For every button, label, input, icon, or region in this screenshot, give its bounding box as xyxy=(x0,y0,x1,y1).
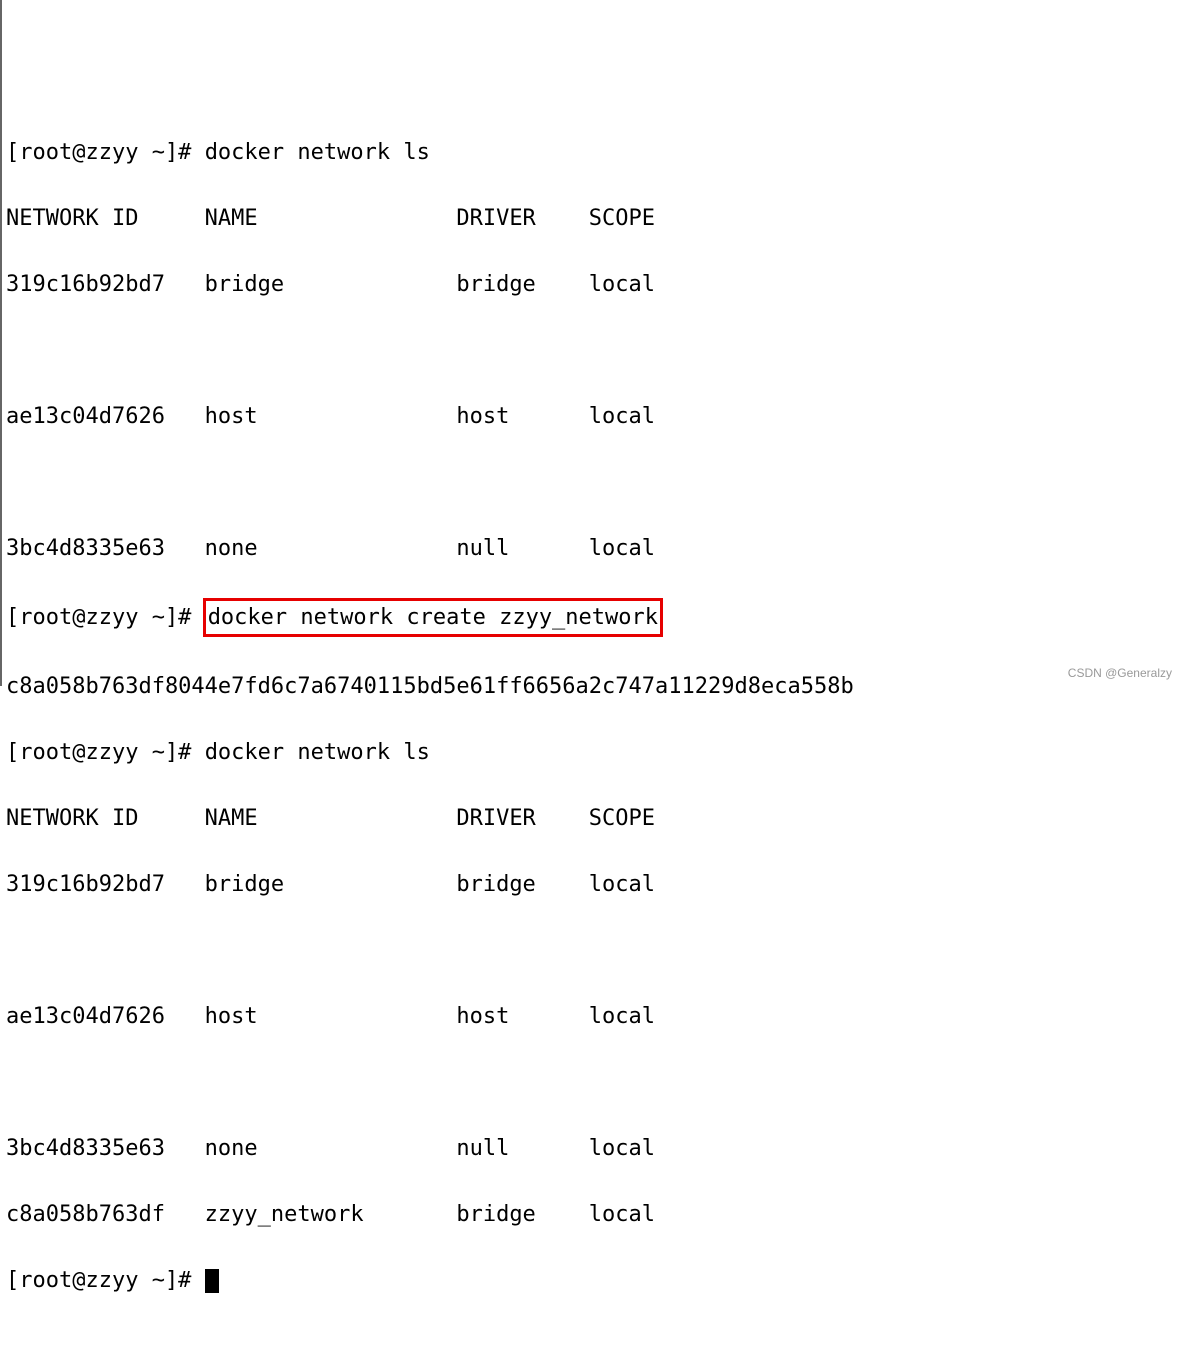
highlighted-command: docker network create zzyy_network xyxy=(203,598,663,637)
command-line-1: [root@zzyy ~]# docker network ls xyxy=(6,136,1180,169)
network-row-none-1: 3bc4d8335e63 none null local xyxy=(6,532,1180,565)
ls-header-2: NETWORK ID NAME DRIVER SCOPE xyxy=(6,802,1180,835)
blank-line xyxy=(6,934,1180,967)
prompt: [root@zzyy ~]# xyxy=(6,140,205,165)
ls-header-1: NETWORK ID NAME DRIVER SCOPE xyxy=(6,202,1180,235)
network-row-bridge-2: 319c16b92bd7 bridge bridge local xyxy=(6,868,1180,901)
command-line-3: [root@zzyy ~]# docker network ls xyxy=(6,736,1180,769)
blank-line xyxy=(6,466,1180,499)
network-row-none-2: 3bc4d8335e63 none null local xyxy=(6,1132,1180,1165)
cursor-icon xyxy=(205,1269,219,1293)
network-row-host-1: ae13c04d7626 host host local xyxy=(6,400,1180,433)
network-row-host-2: ae13c04d7626 host host local xyxy=(6,1000,1180,1033)
prompt: [root@zzyy ~]# xyxy=(6,740,205,765)
network-row-zzyy: c8a058b763df zzyy_network bridge local xyxy=(6,1198,1180,1231)
blank-line xyxy=(6,1066,1180,1099)
network-row-bridge-1: 319c16b92bd7 bridge bridge local xyxy=(6,268,1180,301)
watermark-text: CSDN @Generalzy xyxy=(1068,664,1172,682)
create-output-hash: c8a058b763df8044e7fd6c7a6740115bd5e61ff6… xyxy=(6,670,1180,703)
command-text: docker network ls xyxy=(205,740,430,765)
command-text: docker network ls xyxy=(205,140,430,165)
command-line-2: [root@zzyy ~]# docker network create zzy… xyxy=(6,598,1180,637)
prompt: [root@zzyy ~]# xyxy=(6,1268,205,1293)
blank-line xyxy=(6,334,1180,367)
prompt: [root@zzyy ~]# xyxy=(6,605,205,630)
command-text: docker network create zzyy_network xyxy=(208,605,658,630)
command-line-4[interactable]: [root@zzyy ~]# xyxy=(6,1264,1180,1297)
